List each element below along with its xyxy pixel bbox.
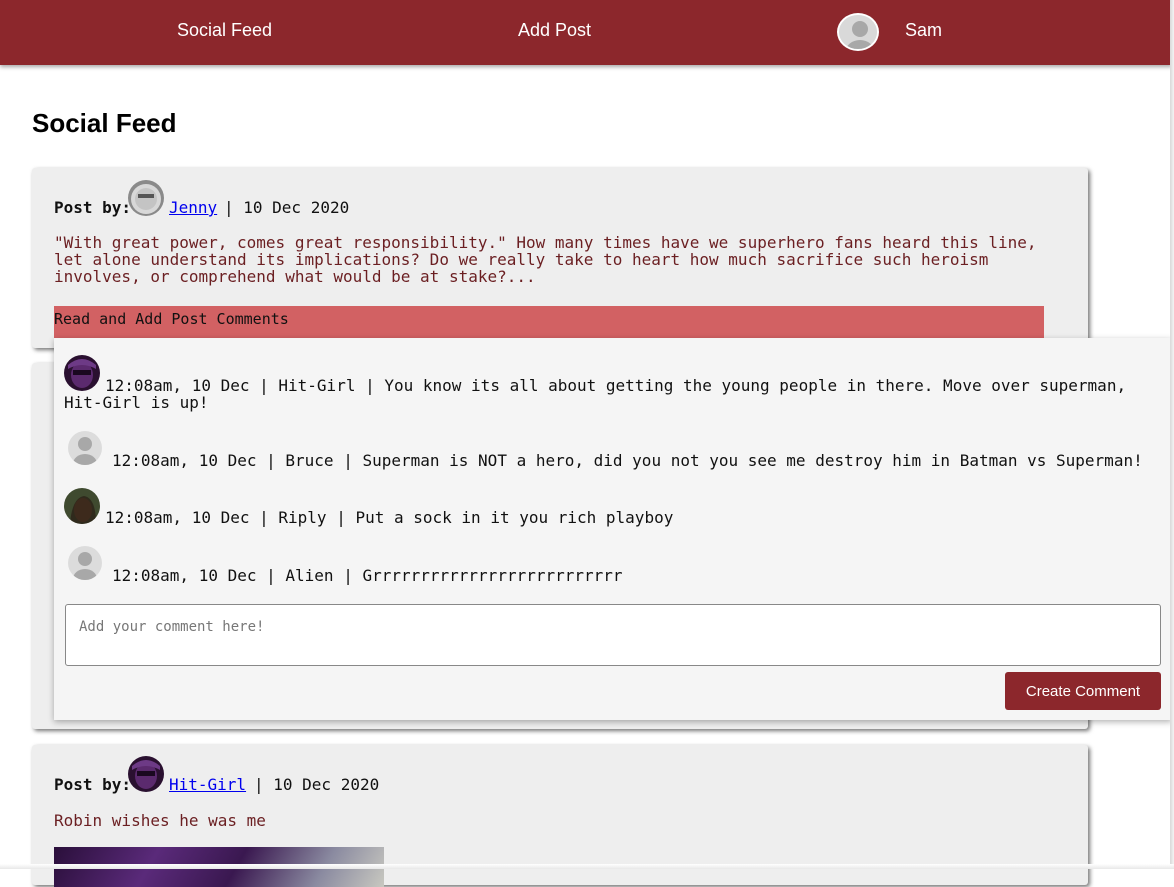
post-by-label: Post by: bbox=[54, 198, 132, 217]
post-date: | 10 Dec 2020 bbox=[224, 198, 350, 217]
comments-panel: 12:08am, 10 Dec | Hit-Girl | You know it… bbox=[54, 338, 1172, 720]
nav-user-name[interactable]: Sam bbox=[905, 20, 942, 41]
post-author-link[interactable]: Hit-Girl bbox=[169, 775, 246, 794]
post-body: Robin wishes he was me bbox=[54, 811, 266, 830]
jenny-avatar bbox=[128, 180, 164, 216]
comment-input[interactable] bbox=[65, 604, 1161, 666]
comment-text: 12:08am, 10 Dec | Bruce | Superman is NO… bbox=[112, 451, 1143, 470]
comment-text: 12:08am, 10 Dec | Riply | Put a sock in … bbox=[105, 508, 674, 527]
post-author-link[interactable]: Jenny bbox=[169, 198, 217, 217]
hit-girl-avatar bbox=[128, 756, 164, 792]
default-avatar bbox=[68, 431, 102, 465]
bottom-edge bbox=[0, 864, 1174, 869]
create-comment-button[interactable]: Create Comment bbox=[1005, 672, 1161, 710]
user-avatar[interactable] bbox=[837, 13, 879, 51]
scrollbar-track bbox=[1170, 0, 1174, 869]
read-add-comments-toggle[interactable]: Read and Add Post Comments bbox=[54, 306, 1044, 338]
top-navbar: Social Feed Add Post Sam bbox=[0, 0, 1172, 65]
nav-social-feed-link[interactable]: Social Feed bbox=[177, 20, 272, 41]
default-avatar bbox=[68, 546, 102, 580]
nav-add-post-link[interactable]: Add Post bbox=[518, 20, 591, 41]
post-body: "With great power, comes great responsib… bbox=[54, 233, 1037, 286]
comment-text: 12:08am, 10 Dec | Hit-Girl | You know it… bbox=[64, 376, 1127, 412]
page-title: Social Feed bbox=[32, 108, 177, 138]
post-by-label: Post by: bbox=[54, 775, 132, 794]
post-date: | 10 Dec 2020 bbox=[254, 775, 380, 794]
post-card: Post by: Jenny | 10 Dec 2020 "With great… bbox=[32, 168, 1088, 348]
comment-text: 12:08am, 10 Dec | Alien | Grrrrrrrrrrrrr… bbox=[112, 566, 623, 585]
riply-avatar bbox=[64, 488, 100, 524]
